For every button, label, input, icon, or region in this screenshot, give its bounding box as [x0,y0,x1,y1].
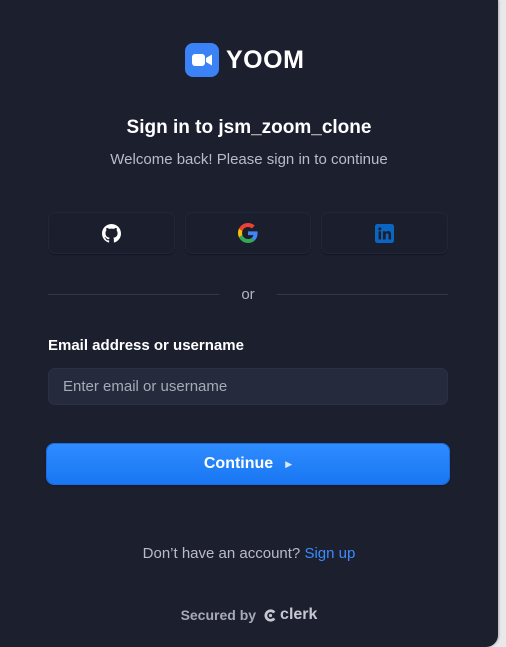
divider-line-right [276,293,448,295]
linkedin-icon [375,223,395,243]
clerk-icon [264,608,276,622]
github-icon [101,223,121,243]
signup-prompt-text: Don’t have an account? [142,545,301,562]
continue-button-label: Continue [203,455,274,472]
page-title: Sign in to jsm_zoom_clone [126,117,372,138]
signup-prompt-row: Don’t have an account? Sign up [0,545,498,562]
divider-text: or [241,285,255,303]
continue-button[interactable]: Continue ▶ [47,444,449,484]
secured-by-footer: Secured by clerk [0,606,498,624]
page-subtitle: Welcome back! Please sign in to continue [110,151,388,168]
social-buttons [48,212,449,254]
google-icon [238,223,258,243]
app-logo: YOOM [185,42,304,78]
triangle-right-icon: ▶ [285,458,293,469]
clerk-brand-text: clerk [280,606,318,623]
secured-by-text: Secured by [180,607,257,623]
sign-in-card: YOOM Sign in to jsm_zoom_clone Welcome b… [0,0,498,647]
sign-up-link[interactable]: Sign up [304,545,355,562]
or-divider: or [48,283,448,305]
clerk-logo: clerk [263,606,317,624]
email-field[interactable] [48,368,448,405]
email-field-label: Email address or username [48,337,244,354]
divider-line-left [48,293,220,295]
video-camera-icon [185,43,219,77]
linkedin-sign-in-button[interactable] [321,212,449,254]
github-sign-in-button[interactable] [48,212,175,254]
google-sign-in-button[interactable] [184,212,312,254]
app-logo-text: YOOM [226,45,305,74]
